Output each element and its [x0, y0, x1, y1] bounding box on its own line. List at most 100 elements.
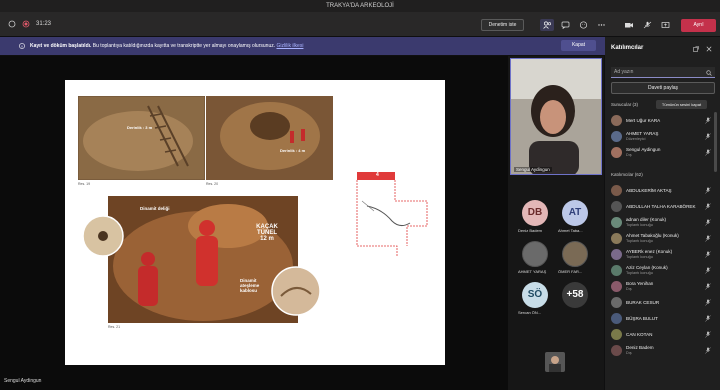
microphone-muted-icon[interactable] [705, 149, 711, 156]
self-video-name: Sengul Aydingun [514, 167, 552, 172]
depth-label-2: Derinlik : 4 m [280, 148, 306, 153]
microphone-muted-icon[interactable] [705, 235, 711, 242]
escape-tunnel-label: KAÇAK TÜNEL 12 m [256, 224, 278, 242]
microphone-icon[interactable] [640, 19, 654, 31]
participant-name: Ahmet Tabakoğlu (Konuk) [626, 233, 679, 238]
participant-row[interactable]: Aziz Ceylan (Konuk) Toplantı konuğu [609, 264, 714, 278]
microphone-muted-icon[interactable] [705, 347, 711, 354]
microphone-muted-icon[interactable] [705, 331, 711, 338]
share-invite-button[interactable]: Daveti paylaş [611, 82, 715, 94]
participant-name: Mert Uğur KARA [626, 118, 661, 123]
record-icon [22, 20, 30, 28]
avatar [611, 265, 622, 276]
panel-title: Katılımcılar [611, 45, 644, 51]
participant-tile-avatar[interactable] [562, 241, 588, 267]
participant-row[interactable]: Mert Uğur KARA [609, 114, 714, 128]
request-control-button[interactable]: Denetim iste [481, 19, 524, 31]
microphone-muted-icon[interactable] [705, 251, 711, 258]
participant-role: Toplantı konuğu [626, 239, 653, 243]
avatar [611, 147, 622, 158]
avatar [611, 313, 622, 324]
participant-row[interactable]: BÜŞRA BULUT [609, 312, 714, 326]
share-invite-label: Daveti paylaş [647, 85, 678, 91]
avatar [611, 281, 622, 292]
avatar [611, 249, 622, 260]
tunnel-map [356, 172, 428, 256]
microphone-muted-icon[interactable] [705, 133, 711, 140]
participant-row[interactable]: CAN KOTAN [609, 328, 714, 342]
map-number: 4 [376, 172, 379, 178]
participant-name: BÜŞRA BULUT [626, 316, 658, 321]
participant-name: Bora Yenihan [626, 281, 654, 286]
participant-role: Toplantı konuğu [626, 255, 653, 259]
participant-row[interactable]: ABDULKERİM AKTAŞ [609, 184, 714, 198]
participant-name: ABDULKERİM AKTAŞ [626, 188, 672, 193]
participant-name: BURAK CESUR [626, 300, 660, 305]
chat-icon[interactable] [558, 19, 572, 31]
attendees-section-label[interactable]: Katılımcılar (62) [611, 172, 643, 177]
close-icon[interactable] [706, 46, 712, 52]
presentation-slide: Derinlik : 3 m Res. 19 Derinlik : 4 m Re… [65, 80, 445, 365]
detonation-cable-label: Dinamit ateşleme kablosu [240, 278, 260, 293]
participant-role: Dış [626, 153, 632, 157]
self-video-feed [511, 59, 601, 174]
participant-tile-name: AHMET YARAŞ [518, 269, 547, 274]
dynamite-hole-label: Dinamit deliği [140, 206, 170, 211]
participant-search-input[interactable]: Ad yazın [611, 67, 715, 78]
participant-row[interactable]: adnan diler (Konuk) Toplantı konuğu [609, 216, 714, 230]
search-placeholder: Ad yazın [614, 69, 634, 75]
participant-tile-avatar[interactable]: AT [562, 200, 588, 226]
participant-tile-avatar[interactable]: DB [522, 200, 548, 226]
participant-row[interactable]: AYBERk enez (Konuk) Toplantı konuğu [609, 248, 714, 262]
reactions-icon[interactable] [576, 19, 590, 31]
participant-tile-avatar[interactable] [522, 241, 548, 267]
leave-button[interactable]: Ayrıl [681, 19, 716, 32]
participant-role: Dış [626, 287, 632, 291]
privacy-link[interactable]: Gizlilik ilkesi [277, 43, 304, 49]
participant-row[interactable]: Ahmet Tabakoğlu (Konuk) Toplantı konuğu [609, 232, 714, 246]
microphone-muted-icon[interactable] [705, 219, 711, 226]
participant-role: Düzenleyici [626, 137, 646, 141]
participant-tile-name: Sercan ÖN... [518, 310, 542, 315]
cave-photo-2 [206, 96, 333, 180]
share-screen-icon[interactable] [658, 19, 672, 31]
depth-label-1: Derinlik : 3 m [127, 125, 153, 130]
microphone-muted-icon[interactable] [705, 203, 711, 210]
participant-row[interactable]: BURAK CESUR [609, 296, 714, 310]
participant-tile-name: ÖMER FAR... [558, 269, 583, 274]
popout-icon[interactable] [693, 46, 699, 52]
banner-title: Kayıt ve döküm başlatıldı. [30, 43, 92, 49]
camera-icon[interactable] [622, 19, 636, 31]
mute-all-button[interactable]: Tümünün sesini kapat [656, 100, 707, 109]
microphone-muted-icon[interactable] [705, 187, 711, 194]
participant-tile-avatar[interactable]: SÖ [522, 282, 548, 308]
avatar [611, 131, 622, 142]
participant-name: Sengul Aydingun [626, 147, 661, 152]
participant-row[interactable]: Bora Yenihan Dış [609, 280, 714, 294]
microphone-muted-icon[interactable] [705, 267, 711, 274]
participant-name: AYBERk enez (Konuk) [626, 249, 673, 254]
microphone-muted-icon[interactable] [705, 117, 711, 124]
caption-res21: Res. 21 [108, 325, 121, 329]
microphone-muted-icon[interactable] [705, 315, 711, 322]
participant-row[interactable]: Sengul Aydingun Dış [609, 146, 714, 160]
people-icon[interactable] [540, 19, 554, 31]
window-title: TRAKYA'DA ARKEOLOJİ [326, 3, 394, 9]
microphone-muted-icon[interactable] [705, 299, 711, 306]
participant-row[interactable]: ABDULLAH TALHA KARABÖREK [609, 200, 714, 214]
presenters-section-label[interactable]: Sunucular (3) [611, 102, 638, 107]
avatar [611, 233, 622, 244]
microphone-muted-icon[interactable] [705, 283, 711, 290]
dynamite-hole-inset [82, 215, 124, 257]
participant-name: AHMET YARAŞ [626, 131, 659, 136]
info-icon [19, 43, 25, 49]
shield-icon[interactable] [8, 20, 16, 28]
dismiss-banner-button[interactable]: Kapat [561, 40, 596, 51]
participant-row[interactable]: Deniz Badem Dış [609, 344, 714, 358]
more-options-icon[interactable] [594, 19, 608, 31]
participant-row[interactable]: AHMET YARAŞ Düzenleyici [609, 130, 714, 144]
self-video-tile[interactable]: Sengul Aydingun [510, 58, 602, 175]
participant-video-thumb[interactable] [545, 352, 565, 372]
panel-scrollbar[interactable] [714, 112, 717, 172]
participant-tile-avatar[interactable]: +58 [562, 282, 588, 308]
